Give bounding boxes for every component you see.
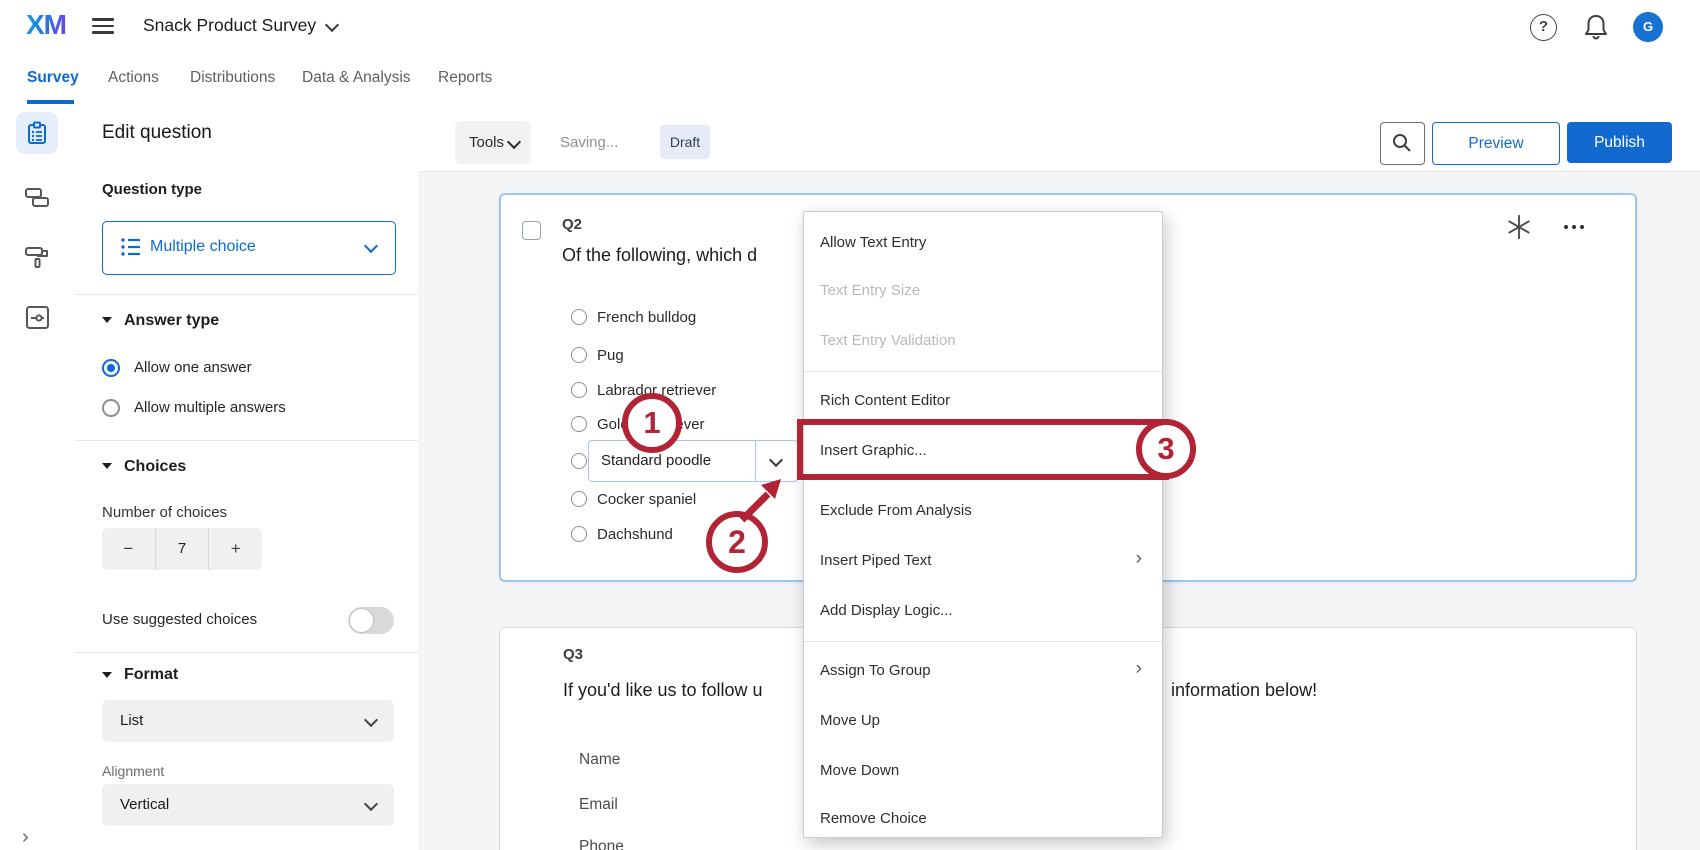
q2-choice-radio: [571, 491, 587, 507]
menu-item-assign-to-group[interactable]: Assign To Group: [820, 661, 1140, 681]
q3-field-email: Email: [579, 796, 618, 814]
search-icon: [1391, 132, 1413, 154]
hamburger-menu-icon[interactable]: [92, 18, 114, 34]
tab-actions[interactable]: Actions: [108, 52, 159, 104]
q2-choice-radio: [571, 309, 587, 325]
q3-field-name: Name: [579, 751, 620, 769]
allow-one-answer-label[interactable]: Allow one answer: [134, 359, 252, 377]
choice-edit-input[interactable]: Standard poodle: [588, 440, 756, 482]
q2-choice-radio: [571, 347, 587, 363]
decrease-choices-button[interactable]: −: [102, 528, 156, 570]
annotation-step-2-arrow: [735, 471, 791, 527]
avatar[interactable]: G: [1633, 12, 1663, 42]
q2-choice-label[interactable]: Pug: [597, 347, 624, 364]
choice-context-menu: Allow Text Entry Text Entry Size Text En…: [803, 211, 1163, 838]
number-of-choices-label: Number of choices: [102, 504, 227, 521]
increase-choices-button[interactable]: +: [209, 528, 262, 570]
q2-choice-radio: [571, 453, 587, 469]
menu-item-rich-content-editor[interactable]: Rich Content Editor: [820, 391, 1140, 411]
menu-item-exclude-from-analysis[interactable]: Exclude From Analysis: [820, 501, 1140, 521]
q2-select-checkbox[interactable]: [522, 221, 541, 240]
menu-divider: [804, 371, 1162, 372]
answer-type-collapse-triangle[interactable]: [102, 317, 112, 323]
alignment-select[interactable]: Vertical: [102, 784, 394, 826]
menu-item-add-display-logic[interactable]: Add Display Logic...: [820, 601, 1140, 621]
q2-choice-label[interactable]: French bulldog: [597, 309, 696, 326]
q2-choice-radio: [571, 416, 587, 432]
tools-chevron-icon: [507, 135, 521, 149]
q2-choice-label[interactable]: Dachshund: [597, 526, 673, 543]
q2-choice-label[interactable]: Cocker spaniel: [597, 491, 696, 508]
tab-survey[interactable]: Survey: [27, 52, 79, 104]
choices-count-value: 7: [156, 528, 210, 570]
tools-button[interactable]: Tools: [455, 121, 531, 164]
format-value: List: [120, 700, 143, 742]
use-suggested-choices-toggle[interactable]: [348, 607, 394, 634]
alignment-chevron-icon: [364, 797, 378, 811]
q2-choice-radio: [571, 382, 587, 398]
format-chevron-icon: [364, 713, 378, 727]
menu-item-allow-text-entry[interactable]: Allow Text Entry: [820, 233, 1140, 253]
choices-collapse-triangle[interactable]: [102, 463, 112, 469]
preview-button[interactable]: Preview: [1432, 122, 1560, 165]
question-type-label: Question type: [102, 181, 202, 198]
q3-field-phone: Phone: [579, 838, 624, 850]
saving-status: Saving...: [560, 121, 618, 164]
q2-choice-radio: [571, 526, 587, 542]
survey-title[interactable]: Snack Product Survey: [143, 15, 316, 36]
notifications-bell-icon[interactable]: [1583, 13, 1609, 41]
menu-item-insert-piped-text[interactable]: Insert Piped Text: [820, 551, 1140, 571]
menu-item-remove-choice[interactable]: Remove Choice: [820, 809, 1140, 829]
menu-divider: [804, 641, 1162, 642]
qualtrics-survey-editor: XM Snack Product Survey ? G Survey Actio…: [0, 0, 1700, 850]
menu-item-move-down[interactable]: Move Down: [820, 761, 1140, 781]
tab-data-analysis[interactable]: Data & Analysis: [302, 52, 411, 104]
format-collapse-triangle[interactable]: [102, 672, 112, 678]
q3-question-text-right[interactable]: information below!: [1171, 680, 1317, 701]
choices-count-stepper: − 7 +: [102, 528, 262, 570]
choices-heading[interactable]: Choices: [124, 458, 186, 476]
q3-id: Q3: [563, 646, 583, 663]
allow-multiple-answers-label[interactable]: Allow multiple answers: [134, 399, 286, 417]
alignment-value: Vertical: [120, 784, 169, 826]
active-tab-underline: [27, 100, 74, 104]
favorite-asterisk-icon[interactable]: [1505, 213, 1533, 241]
q2-question-text[interactable]: Of the following, which d: [562, 245, 757, 266]
format-select[interactable]: List: [102, 700, 394, 742]
menu-item-text-entry-size: Text Entry Size: [820, 281, 1140, 301]
sidebar-rail: [0, 105, 76, 850]
answer-type-heading[interactable]: Answer type: [124, 312, 219, 330]
q2-id: Q2: [562, 216, 582, 233]
publish-button[interactable]: Publish: [1567, 122, 1672, 163]
more-options-icon[interactable]: [1564, 225, 1584, 229]
use-suggested-choices-label: Use suggested choices: [102, 611, 257, 628]
annotation-step-1-circle: 1: [622, 393, 682, 453]
menu-item-text-entry-validation: Text Entry Validation: [820, 331, 1140, 351]
annotation-highlight-box-insert-graphic: [797, 419, 1169, 480]
format-heading[interactable]: Format: [124, 666, 178, 684]
help-icon[interactable]: ?: [1530, 14, 1557, 41]
search-button[interactable]: [1380, 122, 1425, 165]
alignment-label: Alignment: [102, 763, 164, 779]
survey-options-sliders-icon[interactable]: [24, 304, 51, 331]
q3-question-text-left[interactable]: If you'd like us to follow u: [563, 680, 763, 701]
annotation-step-3-circle: 3: [1136, 419, 1196, 479]
tab-distributions[interactable]: Distributions: [190, 52, 275, 104]
multiple-choice-icon: [120, 236, 142, 258]
menu-item-move-up[interactable]: Move Up: [820, 711, 1140, 731]
xm-logo: XM: [26, 9, 66, 41]
survey-flow-blocks-icon[interactable]: [24, 184, 51, 211]
draft-badge: Draft: [660, 125, 710, 159]
collapse-panel-chevron[interactable]: ›: [22, 826, 29, 849]
choice-options-chevron-icon: [769, 453, 783, 467]
radio-allow-one-answer[interactable]: [102, 359, 120, 377]
radio-allow-multiple-answers[interactable]: [102, 399, 120, 417]
look-and-feel-paint-roller-icon[interactable]: [24, 244, 51, 271]
survey-builder-icon[interactable]: [25, 121, 49, 145]
question-type-value: Multiple choice: [150, 221, 256, 273]
panel-title: Edit question: [102, 122, 212, 144]
tab-reports[interactable]: Reports: [438, 52, 492, 104]
